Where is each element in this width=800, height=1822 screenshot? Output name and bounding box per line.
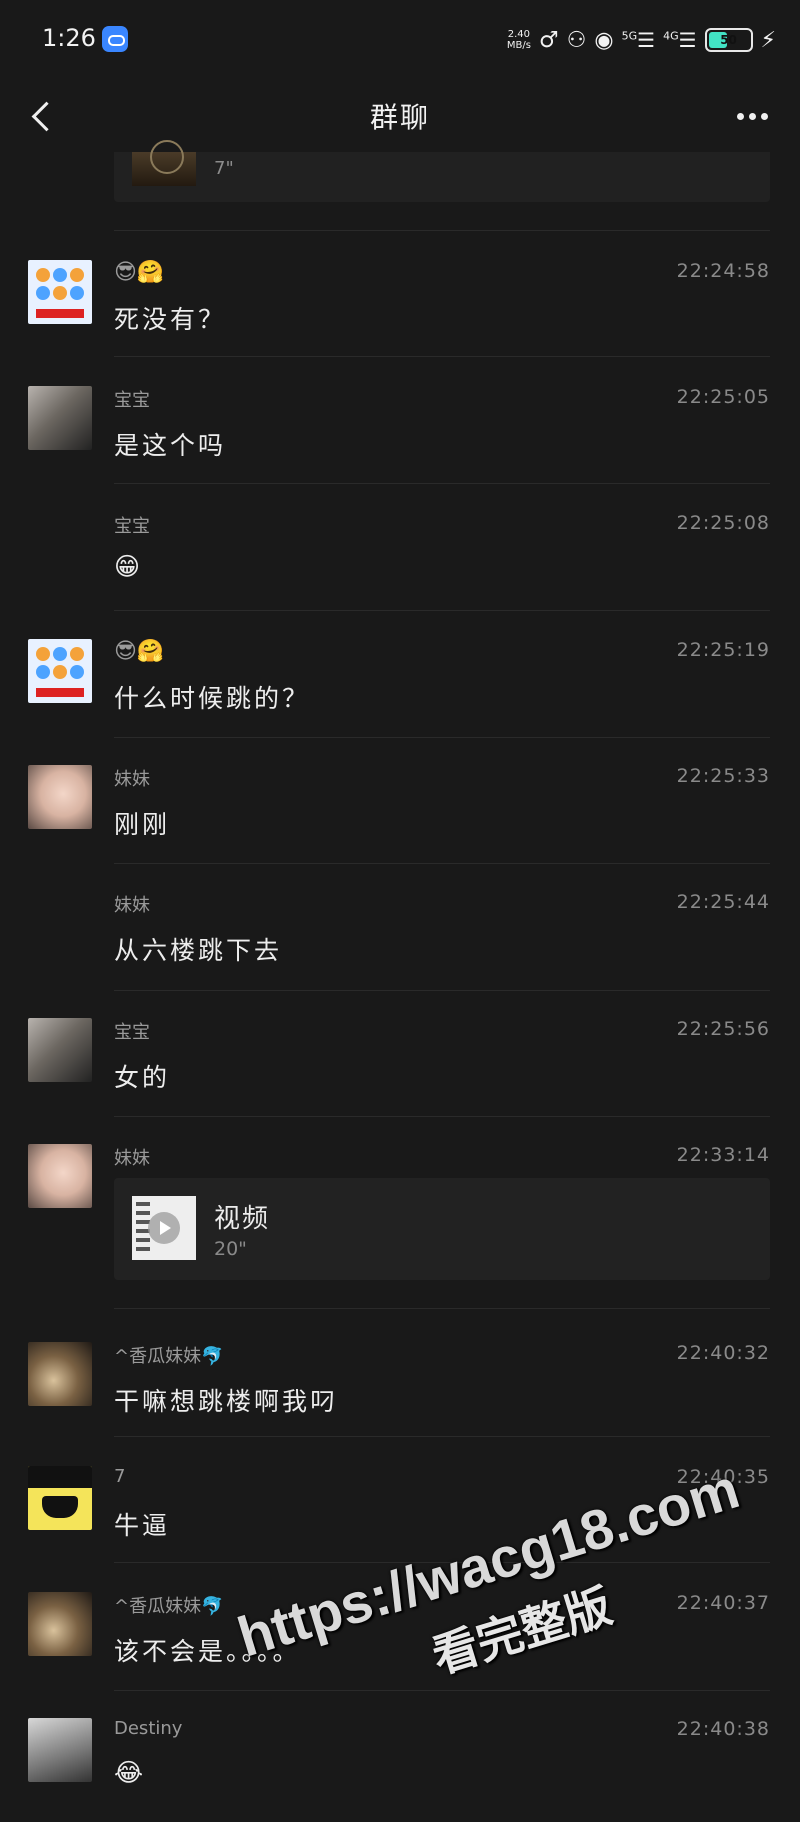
hotspot-icon: ◉ xyxy=(594,27,614,53)
status-bar: 1:26 2.40 MB/s ♂ ⚇ ◉ 5G☰ 4G☰ 50 ⚡ xyxy=(0,0,800,80)
avatar[interactable] xyxy=(28,765,92,829)
status-time: 1:26 xyxy=(42,24,96,52)
signal-4g-label: 4G xyxy=(663,29,679,43)
avatar[interactable] xyxy=(28,1718,92,1782)
media-thumbnail xyxy=(132,140,196,186)
gender-icon: ♂ xyxy=(538,27,559,53)
sender-name: 妹妹 xyxy=(114,1148,150,1169)
message-row: 😎🤗 22:24:58 死没有？ xyxy=(0,238,800,364)
divider xyxy=(114,610,770,611)
message-text[interactable]: 该不会是。。。。 xyxy=(114,1632,301,1668)
video-duration: 20" xyxy=(214,1238,247,1260)
avatar[interactable] xyxy=(28,1592,92,1656)
message-time: 22:25:33 xyxy=(676,765,770,787)
sender-name: 7 xyxy=(114,1466,126,1487)
divider xyxy=(114,356,770,357)
video-card[interactable]: 视频 20" xyxy=(114,1178,770,1280)
message-row: 宝宝 22:25:56 女的 xyxy=(0,996,800,1122)
battery-icon: 50 xyxy=(704,28,753,52)
divider xyxy=(114,1308,770,1309)
message-time: 22:24:58 xyxy=(676,260,770,282)
battery-level: 50 xyxy=(720,33,737,47)
sender-name: 😎🤗 xyxy=(114,260,165,285)
divider xyxy=(114,863,770,864)
network-speed-value: 2.40 xyxy=(507,29,531,40)
play-icon xyxy=(148,1212,180,1244)
sender-name: Destiny xyxy=(114,1718,183,1739)
avatar[interactable] xyxy=(28,260,92,324)
media-duration: 7" xyxy=(214,158,234,179)
message-time: 22:25:44 xyxy=(676,891,770,913)
message-time: 22:25:56 xyxy=(676,1018,770,1040)
message-time: 22:40:35 xyxy=(676,1466,770,1488)
divider xyxy=(114,990,770,991)
avatar[interactable] xyxy=(28,1466,92,1530)
app-notification-icon xyxy=(102,26,128,52)
message-time: 22:40:37 xyxy=(676,1592,770,1614)
divider xyxy=(114,230,770,231)
signal-5g-label: 5G xyxy=(621,29,638,43)
message-text[interactable]: 从六楼跳下去 xyxy=(114,931,282,967)
sender-name: ^香瓜妹妹🐬 xyxy=(114,1596,224,1617)
network-speed-unit: MB/s xyxy=(506,40,531,51)
avatar[interactable] xyxy=(28,639,92,703)
message-time: 22:40:38 xyxy=(676,1718,770,1740)
message-text[interactable]: 死没有？ xyxy=(114,300,226,336)
message-row: Destiny 22:40:38 😂 xyxy=(0,1696,800,1822)
message-row: 宝宝 22:25:08 😁 xyxy=(0,490,800,616)
sender-name: 😎🤗 xyxy=(114,639,165,664)
avatar[interactable] xyxy=(28,1342,92,1406)
message-time: 22:25:05 xyxy=(676,386,770,408)
message-text[interactable]: 😂 xyxy=(114,1758,146,1787)
avatar[interactable] xyxy=(28,1144,92,1208)
sender-name: ^香瓜妹妹🐬 xyxy=(114,1346,224,1367)
message-row: 😎🤗 22:25:19 什么时候跳的？ xyxy=(0,617,800,743)
divider xyxy=(114,737,770,738)
signal-4g-icon: 4G☰ xyxy=(663,28,697,52)
message-time: 22:33:14 xyxy=(676,1144,770,1166)
message-time: 22:25:19 xyxy=(676,639,770,661)
message-row: 宝宝 22:25:05 是这个吗 xyxy=(0,364,800,490)
status-icons: 2.40 MB/s ♂ ⚇ ◉ 5G☰ 4G☰ 50 ⚡ xyxy=(507,22,776,58)
message-row: 妹妹 22:33:14 视频 20" xyxy=(0,1122,800,1322)
avatar[interactable] xyxy=(28,386,92,450)
divider xyxy=(114,1690,770,1691)
video-thumbnail xyxy=(132,1196,196,1260)
divider xyxy=(114,1436,770,1437)
sender-name: 妹妹 xyxy=(114,769,150,790)
message-text[interactable]: 干嘛想跳楼啊我叼 xyxy=(114,1382,338,1418)
media-card-partial[interactable]: 7" xyxy=(114,140,770,202)
network-speed: 2.40 MB/s xyxy=(507,29,531,51)
sender-name: 宝宝 xyxy=(114,390,150,411)
title-bar: 群聊 xyxy=(0,80,800,152)
message-text[interactable]: 是这个吗 xyxy=(114,426,226,462)
message-text[interactable]: 😁 xyxy=(114,552,143,581)
message-row: 妹妹 22:25:44 从六楼跳下去 xyxy=(0,869,800,995)
message-row: 妹妹 22:25:33 刚刚 xyxy=(0,743,800,869)
message-row: 7 22:40:35 牛逼 xyxy=(0,1444,800,1570)
sender-name: 宝宝 xyxy=(114,1022,150,1043)
message-row: ^香瓜妹妹🐬 22:40:32 干嘛想跳楼啊我叼 xyxy=(0,1320,800,1446)
message-time: 22:40:32 xyxy=(676,1342,770,1364)
message-text[interactable]: 女的 xyxy=(114,1058,170,1094)
signal-5g-icon: 5G☰ xyxy=(621,28,656,52)
more-options-icon[interactable] xyxy=(730,96,774,136)
message-text[interactable]: 牛逼 xyxy=(114,1506,170,1542)
link-icon: ⚇ xyxy=(566,27,587,53)
message-row: ^香瓜妹妹🐬 22:40:37 该不会是。。。。 xyxy=(0,1570,800,1696)
divider xyxy=(114,483,770,484)
video-title: 视频 xyxy=(214,1204,271,1234)
message-text[interactable]: 什么时候跳的？ xyxy=(114,679,310,715)
charging-icon: ⚡ xyxy=(760,27,776,53)
sender-name: 宝宝 xyxy=(114,516,150,537)
avatar[interactable] xyxy=(28,1018,92,1082)
message-text[interactable]: 刚刚 xyxy=(114,805,170,841)
sender-name: 妹妹 xyxy=(114,895,150,916)
divider xyxy=(114,1116,770,1117)
page-title: 群聊 xyxy=(369,101,430,134)
message-time: 22:25:08 xyxy=(676,512,770,534)
divider xyxy=(114,1562,770,1563)
